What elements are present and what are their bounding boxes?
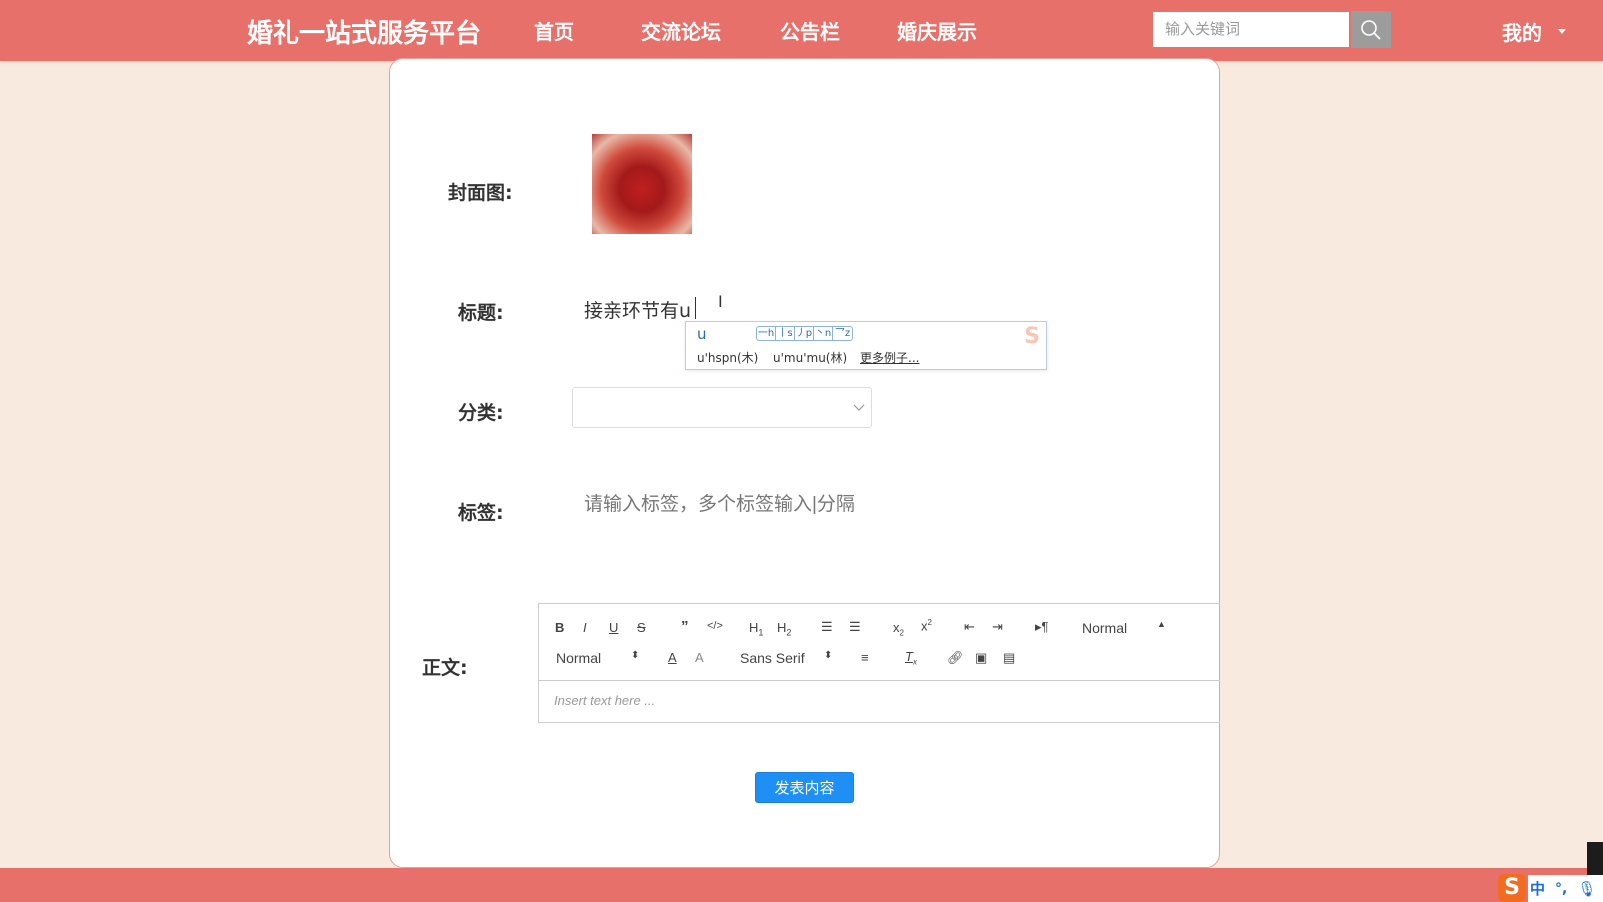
header-select[interactable]: Normal xyxy=(1082,620,1127,636)
top-nav-bar: 婚礼一站式服务平台 首页 交流论坛 公告栏 婚庆展示 我的 xyxy=(0,0,1603,61)
blockquote-icon[interactable]: ” xyxy=(681,618,689,635)
select-arrows-icon: ▲ xyxy=(1157,619,1166,629)
heading-1-icon[interactable]: H1 xyxy=(749,620,763,638)
ime-stroke[interactable]: 丶n xyxy=(814,327,833,340)
publish-button[interactable]: 发表内容 xyxy=(755,772,854,803)
user-menu[interactable]: 我的 xyxy=(1502,17,1542,46)
text-cursor xyxy=(695,297,696,319)
text-color-icon[interactable]: A xyxy=(668,650,677,665)
search-icon xyxy=(1361,19,1381,40)
ime-stroke[interactable]: 一h xyxy=(757,327,776,340)
search-button[interactable] xyxy=(1351,11,1391,48)
select-arrows-icon: ⬍ xyxy=(824,650,833,661)
outdent-icon[interactable]: ⇤ xyxy=(964,619,975,635)
ime-mode-toggle[interactable]: 中 xyxy=(1530,878,1545,899)
cover-image[interactable] xyxy=(592,134,692,234)
nav-home[interactable]: 首页 xyxy=(534,16,574,45)
underline-icon[interactable]: U xyxy=(609,620,618,635)
content-label: 正文: xyxy=(422,657,468,679)
ordered-list-icon[interactable]: ☰ xyxy=(821,619,833,635)
ime-stroke-buttons: 一h 丨s 丿p 丶n 乛z xyxy=(756,326,853,341)
image-icon[interactable]: ▣ xyxy=(975,650,987,666)
link-icon[interactable]: 🔗︎ xyxy=(947,650,964,666)
i-beam-cursor-icon: I xyxy=(718,292,723,311)
microphone-icon[interactable]: 🎙︎ xyxy=(1577,880,1596,898)
ime-stroke[interactable]: 丿p xyxy=(795,327,814,340)
category-label: 分类: xyxy=(458,402,504,424)
tags-label: 标签: xyxy=(458,502,504,524)
ime-stroke[interactable]: 乛z xyxy=(833,327,852,340)
tags-input[interactable] xyxy=(584,494,864,516)
bullet-list-icon[interactable]: ☰ xyxy=(849,619,861,635)
category-select[interactable] xyxy=(572,387,872,428)
ime-candidate[interactable]: u'hspn(木) xyxy=(697,349,758,366)
ime-stroke[interactable]: 丨s xyxy=(776,327,795,340)
font-select[interactable]: Sans Serif xyxy=(740,650,805,666)
title-input[interactable]: 接亲环节有u xyxy=(584,296,691,323)
code-block-icon[interactable]: </> xyxy=(707,620,723,632)
select-arrows-icon: ⬍ xyxy=(631,650,640,661)
editor-body[interactable]: Insert text here ... xyxy=(554,693,655,708)
footer-bar xyxy=(0,868,1603,902)
size-select[interactable]: Normal xyxy=(556,650,601,666)
sogou-logo-icon: S xyxy=(1024,324,1040,349)
ime-candidate[interactable]: u'mu'mu(林) xyxy=(773,349,847,366)
subscript-icon[interactable]: x2 xyxy=(893,620,904,638)
cover-label: 封面图: xyxy=(448,182,513,204)
background-color-icon[interactable]: A xyxy=(695,650,704,665)
search-input[interactable] xyxy=(1153,12,1349,47)
nav-forum[interactable]: 交流论坛 xyxy=(641,16,721,45)
nav-announcements[interactable]: 公告栏 xyxy=(780,16,840,45)
rich-text-editor: B I U S ” </> H1 H2 ☰ ☰ x2 x2 ⇤ ⇥ ▸¶ Nor… xyxy=(538,603,1220,723)
ime-toolbar: 中 °, 🎙︎ xyxy=(1528,875,1603,902)
title-label: 标题: xyxy=(458,302,504,324)
ime-more-examples-link[interactable]: 更多例子... xyxy=(860,349,919,366)
bold-icon[interactable]: B xyxy=(555,620,564,635)
window-edge xyxy=(1587,842,1603,878)
indent-icon[interactable]: ⇥ xyxy=(992,619,1003,635)
toolbar-divider xyxy=(539,680,1220,681)
chevron-down-icon xyxy=(853,404,865,411)
heading-2-icon[interactable]: H2 xyxy=(777,620,791,638)
text-direction-icon[interactable]: ▸¶ xyxy=(1035,619,1049,635)
align-icon[interactable]: ≡ xyxy=(861,650,869,665)
strikethrough-icon[interactable]: S xyxy=(637,620,646,635)
clear-format-icon[interactable]: Tx xyxy=(905,649,917,667)
italic-icon[interactable]: I xyxy=(583,620,587,635)
chevron-down-icon[interactable] xyxy=(1558,29,1566,34)
superscript-icon[interactable]: x2 xyxy=(921,618,932,633)
ime-candidate-popup: u 一h 丨s 丿p 丶n 乛z u'hspn(木) u'mu'mu(林) 更多… xyxy=(685,321,1047,370)
nav-wedding-showcase[interactable]: 婚庆展示 xyxy=(897,16,977,45)
site-logo-title[interactable]: 婚礼一站式服务平台 xyxy=(247,13,481,50)
sogou-ime-icon[interactable]: S xyxy=(1498,874,1526,902)
ime-composition: u xyxy=(697,325,707,343)
post-form-card xyxy=(389,58,1220,868)
punctuation-toggle[interactable]: °, xyxy=(1555,881,1567,897)
video-icon[interactable]: ▤ xyxy=(1003,650,1015,666)
